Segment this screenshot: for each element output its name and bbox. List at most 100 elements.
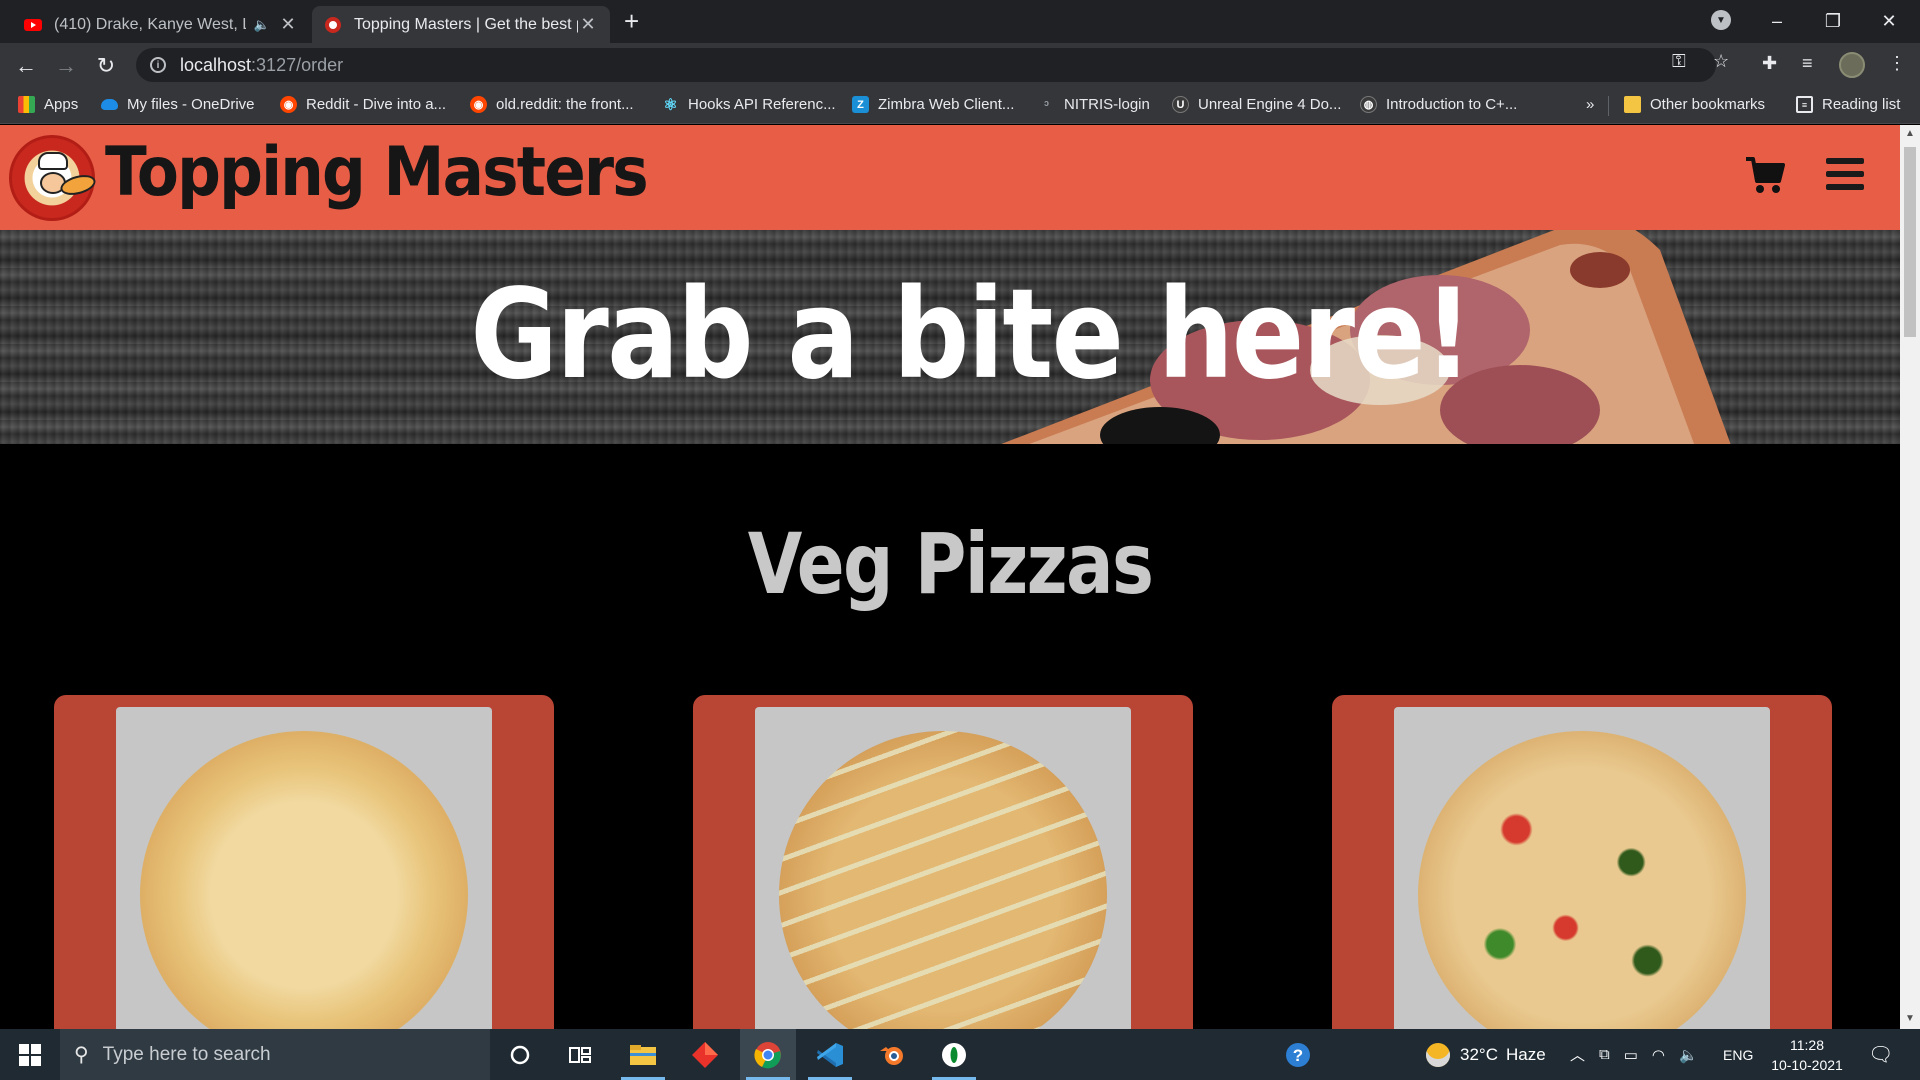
restore-icon[interactable]: ❐ xyxy=(1805,0,1861,43)
close-window-icon[interactable]: ✕ xyxy=(1861,0,1917,43)
url-host: localhost xyxy=(180,54,252,75)
bookmark-label: Unreal Engine 4 Do... xyxy=(1198,96,1342,113)
bookmark-hooks-api[interactable]: ⚛ Hooks API Referenc... xyxy=(662,96,836,114)
bookmark-unreal[interactable]: U Unreal Engine 4 Do... xyxy=(1172,96,1341,113)
overflow-chevron-icon: » xyxy=(1586,96,1595,113)
bookmark-onedrive[interactable]: My files - OneDrive xyxy=(101,96,255,113)
clock[interactable]: 11:28 10-10-2021 xyxy=(1762,1035,1852,1075)
bookmark-nitris[interactable]: ᵓ NITRIS-login xyxy=(1038,96,1150,113)
scroll-down-icon[interactable]: ▼ xyxy=(1905,1013,1915,1024)
show-hidden-icons-chevron-icon[interactable]: ︿ xyxy=(1570,1044,1585,1065)
pizza-card[interactable] xyxy=(693,695,1193,1029)
bookmark-intro-cpp[interactable]: ◍ Introduction to C+... xyxy=(1360,96,1517,113)
bookmark-label: Other bookmarks xyxy=(1650,96,1766,113)
taskbar-search-input[interactable]: ⚲ Type here to search xyxy=(60,1029,490,1080)
zimbra-icon: Z xyxy=(852,96,869,113)
tab-topping-masters[interactable]: Topping Masters | Get the best pi ✕ xyxy=(312,6,610,43)
speaker-icon[interactable]: 🔈 xyxy=(254,17,270,33)
unreal-icon: U xyxy=(1172,96,1189,113)
app-green-circle-icon[interactable] xyxy=(926,1029,982,1080)
apps-grid-icon xyxy=(18,96,35,113)
media-control-icon[interactable]: ≡ xyxy=(1802,53,1813,74)
close-tab-icon[interactable]: ✕ xyxy=(578,14,598,35)
reading-list[interactable]: ≡ Reading list xyxy=(1796,96,1900,113)
brand-logo[interactable] xyxy=(9,135,98,221)
tab-youtube[interactable]: (410) Drake, Kanye West, Lil W 🔈 ✕ xyxy=(12,6,310,43)
back-icon[interactable]: ← xyxy=(12,52,40,80)
browser-tab-strip: (410) Drake, Kanye West, Lil W 🔈 ✕ Toppi… xyxy=(0,0,1920,43)
windows-start-icon[interactable] xyxy=(0,1029,60,1080)
wifi-icon[interactable]: ◠ xyxy=(1652,1046,1665,1064)
chrome-taskbar-icon[interactable] xyxy=(740,1029,796,1080)
bookmark-label: Hooks API Referenc... xyxy=(688,96,836,113)
forward-icon[interactable]: → xyxy=(52,52,80,80)
pizza-card[interactable] xyxy=(54,695,554,1029)
cart-icon[interactable] xyxy=(1744,155,1786,195)
new-tab-icon[interactable]: + xyxy=(624,8,639,34)
weather-haze-icon xyxy=(1426,1042,1450,1067)
veggie-pizza-image xyxy=(1418,731,1746,1029)
reload-icon[interactable]: ↻ xyxy=(92,52,120,80)
reddit-icon: ◉ xyxy=(470,96,487,113)
scrollbar-thumb[interactable] xyxy=(1904,147,1916,337)
clock-date: 10-10-2021 xyxy=(1771,1057,1843,1073)
bookmarks-bar: Apps My files - OneDrive ◉ Reddit - Dive … xyxy=(0,88,1920,124)
hamburger-menu-icon[interactable] xyxy=(1826,158,1864,190)
folder-icon xyxy=(1624,96,1641,113)
help-icon[interactable]: ? xyxy=(1270,1029,1326,1080)
pizza-image-frame xyxy=(1394,707,1770,1029)
site-info-icon[interactable]: i xyxy=(150,57,166,73)
bookmark-label: Apps xyxy=(44,96,79,113)
weather-widget[interactable]: 32°C Haze xyxy=(1426,1029,1546,1080)
url-path: :3127/order xyxy=(251,54,344,75)
reddit-icon: ◉ xyxy=(280,96,297,113)
bookmark-reddit[interactable]: ◉ Reddit - Dive into a... xyxy=(280,96,446,113)
profile-avatar[interactable] xyxy=(1839,52,1865,78)
language-indicator[interactable]: ENG xyxy=(1723,1029,1753,1080)
other-bookmarks[interactable]: Other bookmarks xyxy=(1624,96,1765,113)
page-viewport: Topping Masters Grab a bite here! Veg Pi… xyxy=(0,125,1900,1029)
blender-icon[interactable] xyxy=(864,1029,920,1080)
task-view-icon[interactable] xyxy=(552,1029,608,1080)
bookmark-label: Introduction to C+... xyxy=(1386,96,1518,113)
pizza-image-frame xyxy=(755,707,1131,1029)
password-key-icon[interactable]: ⚿ xyxy=(1672,51,1686,72)
pizza-card[interactable] xyxy=(1332,695,1832,1029)
page-scrollbar[interactable]: ▲ ▼ xyxy=(1900,125,1920,1029)
clock-time: 11:28 xyxy=(1790,1037,1824,1053)
scroll-up-icon[interactable]: ▲ xyxy=(1905,128,1915,139)
bookmark-old-reddit[interactable]: ◉ old.reddit: the front... xyxy=(470,96,634,113)
notifications-icon[interactable]: 🗨 xyxy=(1868,1029,1893,1080)
address-bar[interactable]: i localhost:3127/order xyxy=(136,48,1716,82)
file-explorer-icon[interactable] xyxy=(615,1029,671,1080)
chef-hat-icon xyxy=(38,152,68,170)
volume-icon[interactable]: 🔈 xyxy=(1679,1046,1698,1064)
cheese-pizza-image xyxy=(140,731,468,1029)
browser-toolbar: ← → ↻ i localhost:3127/order ⚿ ☆ ✚ ≡ ⋮ xyxy=(0,43,1920,88)
brand-name[interactable]: Topping Masters xyxy=(105,133,649,212)
meet-now-icon[interactable]: ⧉ xyxy=(1599,1046,1610,1063)
bookmark-zimbra[interactable]: Z Zimbra Web Client... xyxy=(852,96,1014,113)
vscode-icon[interactable] xyxy=(802,1029,858,1080)
close-tab-icon[interactable]: ✕ xyxy=(278,14,298,35)
extensions-puzzle-icon[interactable]: ✚ xyxy=(1762,53,1777,74)
app-red-diamond-icon[interactable] xyxy=(677,1029,733,1080)
section-title: Veg Pizzas xyxy=(747,515,1154,613)
cortana-icon[interactable] xyxy=(492,1029,548,1080)
minimize-icon[interactable]: – xyxy=(1749,0,1805,43)
tab-search-icon[interactable]: ▼ xyxy=(1711,10,1731,30)
bookmark-label: NITRIS-login xyxy=(1064,96,1150,113)
bookmark-apps[interactable]: Apps xyxy=(18,96,78,113)
bookmarks-overflow-button[interactable]: » xyxy=(1586,96,1594,113)
bookmark-label: Reading list xyxy=(1822,96,1901,113)
search-icon: ⚲ xyxy=(74,1044,89,1066)
reading-list-icon: ≡ xyxy=(1796,96,1813,113)
tray-icons: ︿ ⧉ ▭ ◠ 🔈 xyxy=(1570,1029,1698,1080)
chrome-menu-icon[interactable]: ⋮ xyxy=(1888,53,1906,74)
windows-taskbar: ⚲ Type here to search ? 32°C Haze ︿ ⧉ ▭ … xyxy=(0,1029,1920,1080)
topping-masters-favicon-icon xyxy=(325,16,341,33)
bookmark-star-icon[interactable]: ☆ xyxy=(1713,51,1729,72)
youtube-icon xyxy=(24,18,42,31)
battery-icon[interactable]: ▭ xyxy=(1624,1046,1638,1064)
bookmark-label: Reddit - Dive into a... xyxy=(306,96,447,113)
